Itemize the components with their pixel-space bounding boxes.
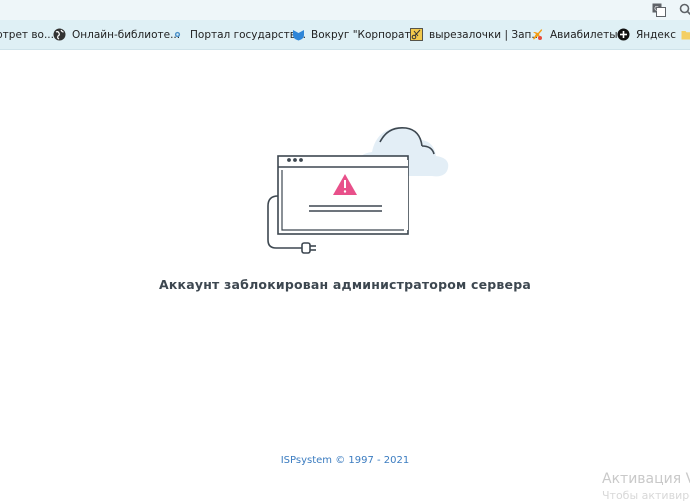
activation-watermark-title: Активация V bbox=[602, 471, 690, 487]
svg-text:G: G bbox=[654, 6, 659, 13]
search-icon[interactable] bbox=[679, 2, 690, 16]
gov-portal-icon bbox=[171, 28, 184, 41]
bookmark-label: Яндекс bbox=[636, 29, 676, 41]
bookmark-label: вырезалочки | Зап... bbox=[429, 29, 541, 41]
footer-copyright[interactable]: ISPsystem © 1997 - 2021 bbox=[0, 455, 690, 466]
bookmark-label: ртрет во... bbox=[0, 29, 54, 41]
plane-icon bbox=[531, 28, 544, 41]
scissors-icon bbox=[410, 28, 423, 41]
folder-icon bbox=[681, 28, 690, 41]
bookmark-item[interactable]: ртрет во... bbox=[0, 20, 54, 49]
bookmarks-bar: ртрет во... Онлайн-библиоте... Портал го… bbox=[0, 20, 690, 50]
bookmark-label: Вокруг "Корпорат... bbox=[311, 29, 421, 41]
shield-icon bbox=[292, 28, 305, 41]
blocked-account-message: Аккаунт заблокирован администратором сер… bbox=[0, 277, 690, 292]
bookmark-item[interactable]: Онлайн-библиоте... bbox=[53, 20, 180, 49]
bookmark-item[interactable]: Вокруг "Корпорат... bbox=[292, 20, 421, 49]
yandex-icon bbox=[617, 28, 630, 41]
bookmark-item[interactable]: Яндекс bbox=[617, 20, 676, 49]
bookmark-item[interactable]: Портал государств... bbox=[171, 20, 306, 49]
bookmark-folder[interactable] bbox=[681, 20, 690, 49]
bookmark-item[interactable]: вырезалочки | Зап... bbox=[410, 20, 541, 49]
globe-icon bbox=[53, 28, 66, 41]
bookmark-label: Онлайн-библиоте... bbox=[72, 29, 180, 41]
bookmark-label: Авиабилеты bbox=[550, 29, 618, 41]
bookmark-item[interactable]: Авиабилеты bbox=[531, 20, 618, 49]
bookmark-label: Портал государств... bbox=[190, 29, 306, 41]
activation-watermark-subtitle: Чтобы активиро bbox=[602, 489, 690, 502]
translate-icon[interactable]: G bbox=[652, 2, 666, 16]
disconnected-window-warning-icon bbox=[262, 120, 458, 260]
browser-top-strip: G bbox=[0, 0, 690, 20]
